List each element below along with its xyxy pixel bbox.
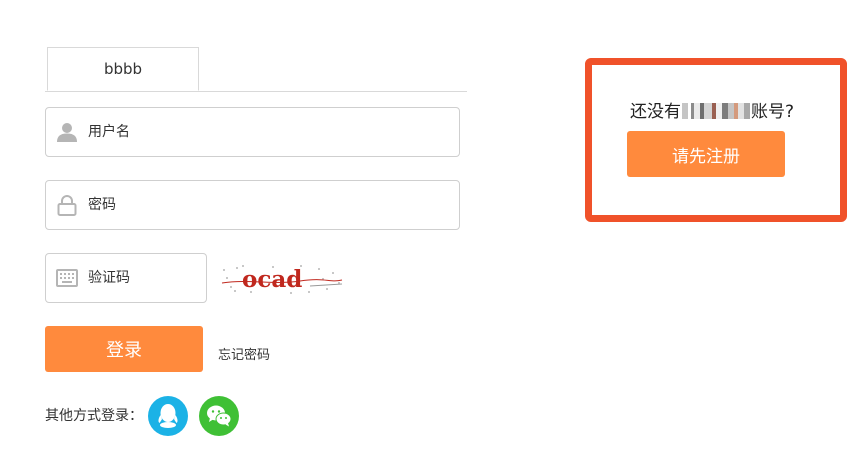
forgot-password-link[interactable]: 忘记密码: [218, 344, 270, 363]
captcha-graphic: ocad: [221, 265, 343, 294]
username-input[interactable]: [88, 108, 459, 156]
register-prompt-prefix: 还没有: [630, 102, 681, 122]
login-button[interactable]: 登录: [45, 326, 203, 372]
login-tab-bar: bbbb: [45, 47, 467, 92]
register-button[interactable]: 请先注册: [627, 131, 785, 177]
captcha-image[interactable]: ocad: [220, 262, 344, 296]
register-prompt-suffix: 账号?: [751, 102, 795, 122]
tab-login[interactable]: bbbb: [47, 47, 199, 91]
keyboard-icon: [56, 267, 78, 289]
redacted-site-name: [682, 103, 750, 119]
register-prompt: 还没有 账号?: [630, 97, 794, 122]
password-field[interactable]: [45, 180, 460, 230]
username-field[interactable]: [45, 107, 460, 157]
register-box: 还没有 账号? 请先注册: [585, 58, 847, 222]
login-page: bbbb 用户名 验证码 ocad 登录 忘记密码 其他方式登录： 还没有 账号…: [0, 0, 860, 454]
qq-icon: [158, 404, 178, 428]
qq-login-button[interactable]: [148, 396, 188, 436]
captcha-text: ocad: [242, 266, 302, 293]
tab-login-label: bbbb: [103, 60, 143, 78]
password-input[interactable]: [88, 181, 459, 229]
captcha-field[interactable]: [45, 253, 262, 303]
wechat-icon: [207, 405, 232, 427]
wechat-login-button[interactable]: [199, 396, 239, 436]
user-icon: [56, 121, 78, 143]
other-login-label: 其他方式登录：: [45, 408, 143, 424]
lock-icon: [56, 194, 78, 216]
